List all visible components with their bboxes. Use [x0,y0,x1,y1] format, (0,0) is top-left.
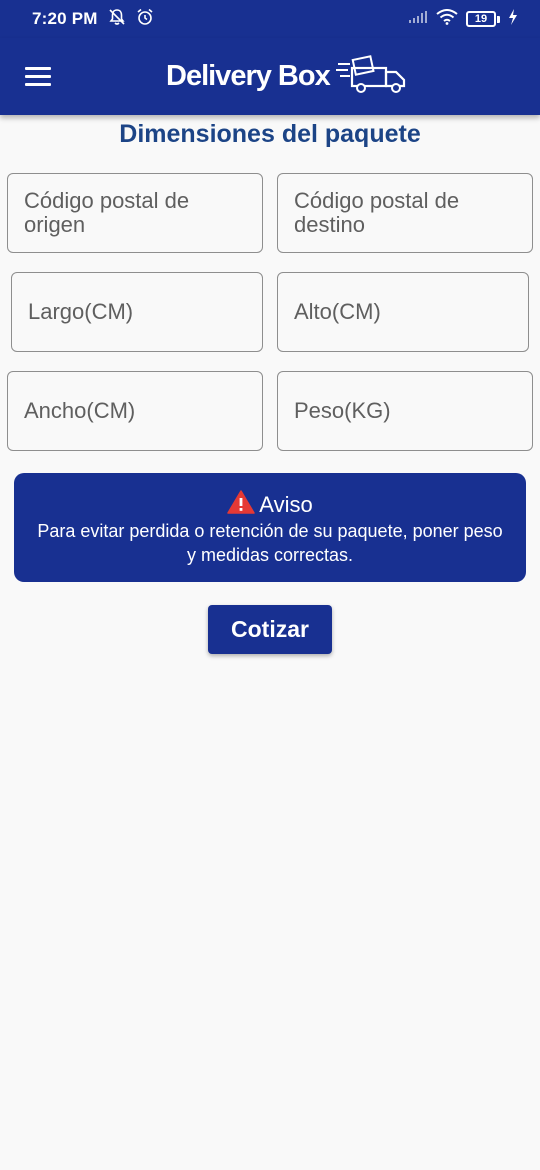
signal-icon [408,9,428,29]
status-time: 7:20 PM [32,9,98,28]
notice-banner: Aviso Para evitar perdida o retención de… [14,473,526,582]
origin-zip-input[interactable] [8,174,262,252]
width-field[interactable] [7,371,263,451]
weight-input[interactable] [278,372,532,450]
destination-zip-input[interactable] [278,174,532,252]
length-field[interactable] [11,272,263,352]
alarm-icon [136,8,154,31]
hamburger-menu-icon[interactable] [20,58,56,94]
weight-field[interactable] [277,371,533,451]
charging-icon [508,8,518,30]
origin-zip-field[interactable]: Código postal de origen [7,173,263,253]
height-input[interactable] [278,273,528,351]
app-bar: Delivery Box [0,38,540,115]
delivery-truck-icon [335,54,408,99]
length-input[interactable] [12,273,262,351]
brand-logo: Delivery Box [166,54,408,98]
width-input[interactable] [8,372,262,450]
warning-icon [227,490,256,520]
notice-title: Aviso [259,492,313,517]
battery-level: 19 [466,11,496,27]
notifications-off-icon [108,8,126,31]
wifi-icon [436,8,458,30]
status-bar: 7:20 PM 19 [0,0,540,38]
height-field[interactable] [277,272,529,352]
page-title: Dimensiones del paquete [119,120,421,148]
battery-icon: 19 [466,11,500,27]
quote-button[interactable]: Cotizar [208,605,332,654]
notice-message: Para evitar perdida o retención de su pa… [37,521,503,565]
destination-zip-field[interactable]: Código postal de destino [277,173,533,253]
notice-header: Aviso [14,490,526,520]
brand-name: Delivery Box [166,59,331,92]
